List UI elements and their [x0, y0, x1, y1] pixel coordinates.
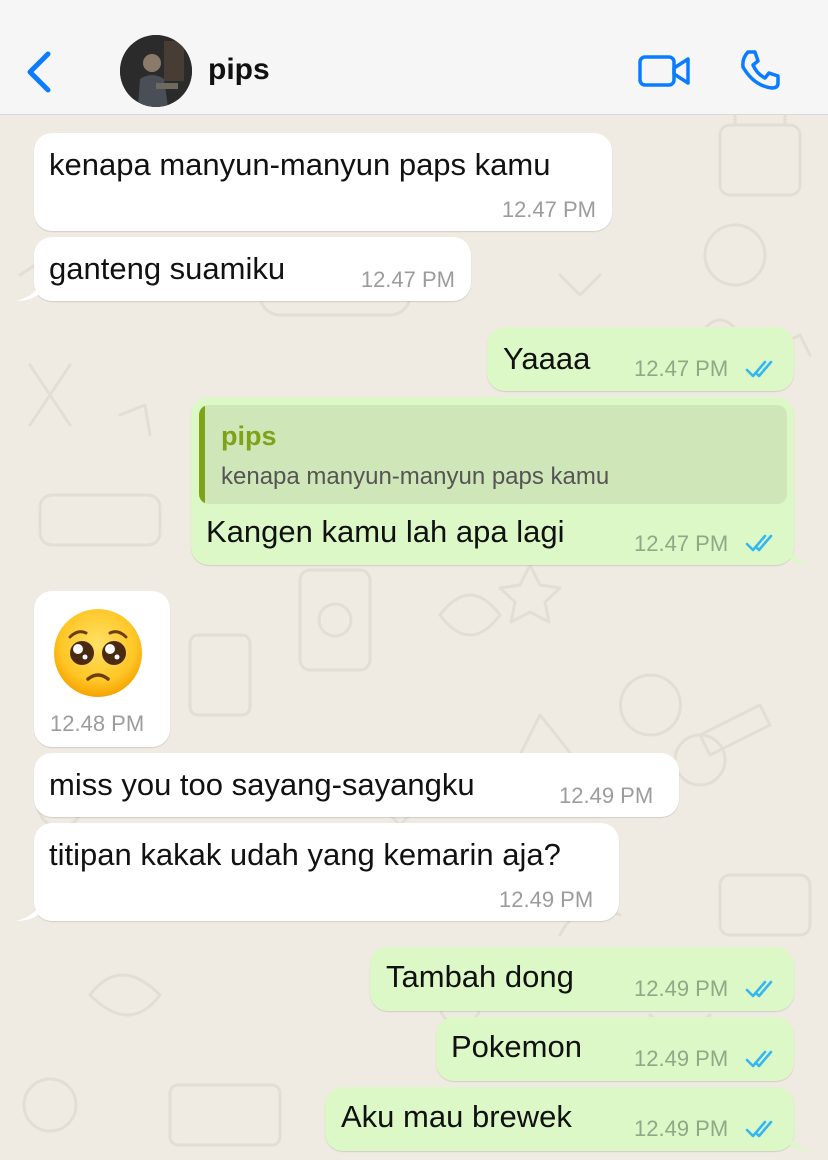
double-check-icon: [745, 1120, 773, 1138]
incoming-message[interactable]: miss you too sayang-sayangku 12.49 PM: [34, 753, 679, 817]
message-text: 🥺: [34, 591, 35, 592]
message-text: Tambah dong: [386, 959, 574, 994]
chevron-left-icon[interactable]: [22, 50, 56, 94]
incoming-emoji-message[interactable]: 🥺 12.48 PM: [34, 591, 170, 747]
message-time: 12.48 PM: [50, 711, 145, 736]
double-check-icon: [745, 980, 773, 998]
message-time: 12.47 PM: [634, 531, 729, 556]
message-text: kenapa manyun-manyun paps kamu: [49, 147, 551, 182]
outgoing-message[interactable]: Yaaaa 12.47 PM: [487, 327, 794, 391]
incoming-message[interactable]: titipan kakak udah yang kemarin aja? 12.…: [16, 823, 619, 921]
outgoing-message[interactable]: Tambah dong 12.49 PM: [370, 947, 794, 1011]
message-text: miss you too sayang-sayangku: [49, 767, 475, 802]
message-time: 12.49 PM: [559, 783, 654, 808]
outgoing-message[interactable]: Pokemon 12.49 PM: [436, 1017, 794, 1081]
chat-header: pips: [0, 0, 828, 115]
double-check-icon: [745, 534, 773, 552]
message-time: 12.49 PM: [634, 976, 729, 1001]
double-check-icon: [745, 360, 773, 378]
phone-icon[interactable]: [738, 48, 782, 92]
message-time: 12.47 PM: [501, 197, 596, 222]
incoming-message[interactable]: kenapa manyun-manyun paps kamu 12.47 PM: [34, 133, 612, 231]
quoted-text: kenapa manyun-manyun paps kamu: [221, 463, 610, 490]
quoted-sender: pips: [221, 421, 277, 451]
message-text: Kangen kamu lah apa lagi: [206, 514, 565, 549]
outgoing-message[interactable]: Aku mau brewek 12.49 PM: [325, 1087, 812, 1151]
message-list[interactable]: kenapa manyun-manyun paps kamu 12.47 PM …: [0, 115, 828, 1160]
pleading-face-emoji: [54, 609, 142, 697]
message-time: 12.49 PM: [499, 887, 594, 912]
video-camera-icon[interactable]: [637, 52, 691, 90]
quote-accent-bar: [199, 405, 205, 504]
incoming-message[interactable]: ganteng suamiku 12.47 PM: [16, 237, 471, 301]
message-text: Yaaaa: [503, 341, 591, 376]
avatar[interactable]: [120, 35, 192, 107]
bubble-tail: [16, 281, 40, 301]
outgoing-reply-message[interactable]: pips kenapa manyun-manyun paps kamu Kang…: [191, 397, 812, 565]
message-time: 12.47 PM: [634, 356, 729, 381]
message-time: 12.49 PM: [634, 1116, 729, 1141]
message-time: 12.47 PM: [360, 267, 455, 292]
message-time: 12.49 PM: [634, 1046, 729, 1071]
bubble-tail: [788, 1131, 812, 1151]
message-text: ganteng suamiku: [49, 251, 286, 286]
bubble-tail: [16, 901, 40, 921]
quoted-message[interactable]: pips kenapa manyun-manyun paps kamu: [199, 405, 787, 504]
message-text: Aku mau brewek: [341, 1099, 572, 1134]
contact-name[interactable]: pips: [208, 53, 270, 87]
double-check-icon: [745, 1050, 773, 1068]
bubble-tail: [788, 545, 812, 565]
message-text: titipan kakak udah yang kemarin aja?: [49, 837, 561, 872]
message-text: Pokemon: [451, 1029, 582, 1064]
